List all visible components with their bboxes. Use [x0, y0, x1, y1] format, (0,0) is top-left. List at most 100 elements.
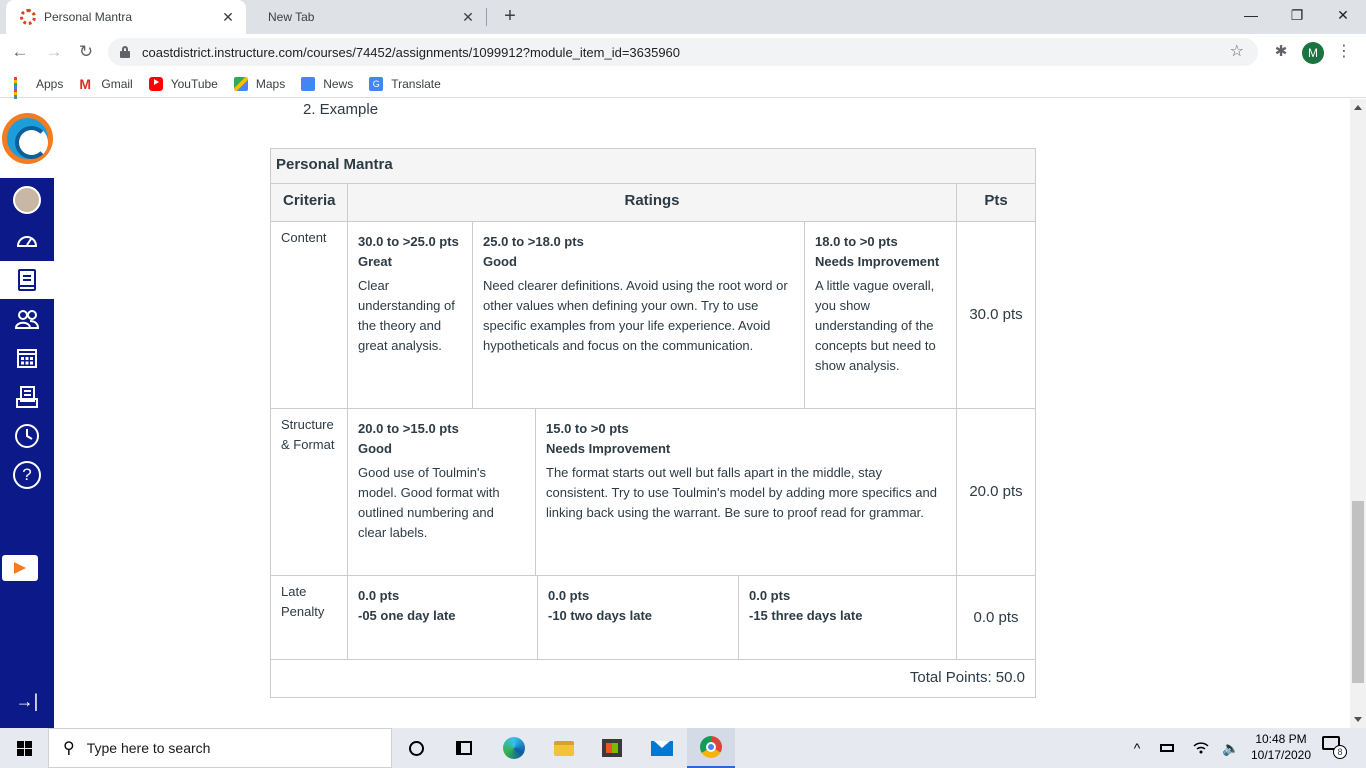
windows-taskbar: ⚲ Type here to search ^ 🔈 10:48 PM 10/17… [0, 728, 1366, 768]
url-text: coastdistrict.instructure.com/courses/74… [142, 44, 681, 60]
rating-points: 15.0 to >0 pts [546, 421, 629, 436]
close-tab-icon[interactable]: ✕ [460, 9, 476, 25]
dashboard-gauge-icon [16, 236, 38, 247]
example-list-item: 2. Example [303, 101, 379, 118]
apps-grid-icon [14, 76, 28, 104]
page-scrollbar[interactable] [1350, 99, 1366, 728]
rating: 30.0 to >25.0 pts Great Clear understand… [348, 222, 473, 408]
reload-button[interactable]: ↻ [74, 40, 98, 64]
rating-points: 30.0 to >25.0 pts [358, 234, 459, 249]
minimize-button[interactable]: — [1228, 0, 1274, 32]
close-tab-icon[interactable]: ✕ [220, 9, 236, 25]
taskbar-chrome[interactable] [687, 728, 735, 768]
browser-menu-icon[interactable]: ⋮ [1336, 40, 1352, 64]
studio-play-icon[interactable] [2, 555, 38, 581]
header-pts: Pts [956, 183, 1036, 222]
institution-logo[interactable] [2, 113, 53, 164]
rubric: Personal Mantra Criteria Ratings Pts Con… [270, 148, 1036, 698]
forward-button[interactable]: → [42, 40, 66, 64]
scroll-up-arrow-icon[interactable] [1354, 105, 1362, 110]
news-icon [301, 76, 316, 91]
header-criteria: Criteria [270, 183, 348, 222]
courses-book-icon [18, 269, 36, 291]
bookmark-apps[interactable]: Apps [14, 76, 64, 104]
collapse-nav-icon[interactable]: →| [12, 689, 42, 713]
nav-dashboard[interactable] [0, 222, 54, 260]
bookmark-translate[interactable]: G Translate [369, 76, 441, 91]
rating: 15.0 to >0 pts Needs Improvement The for… [536, 409, 956, 575]
store-icon [602, 739, 622, 757]
header-ratings: Ratings [347, 183, 957, 222]
edge-icon [503, 737, 525, 759]
taskbar-edge[interactable] [490, 728, 538, 768]
rating-title: -05 one day late [358, 608, 456, 623]
rating-points: 25.0 to >18.0 pts [483, 234, 584, 249]
task-view-button[interactable] [440, 728, 488, 768]
bookmark-gmail[interactable]: M Gmail [79, 77, 132, 91]
tab-new-tab[interactable]: New Tab ✕ [246, 0, 486, 34]
bookmark-news[interactable]: News [301, 76, 354, 91]
nav-courses[interactable] [0, 261, 54, 299]
nav-inbox[interactable] [0, 378, 54, 416]
ratings-cell: 30.0 to >25.0 pts Great Clear understand… [347, 221, 957, 409]
nav-calendar[interactable] [0, 339, 54, 377]
rating-title: Great [358, 254, 392, 269]
wifi-icon[interactable] [1190, 728, 1212, 768]
scrollbar-thumb[interactable] [1352, 501, 1364, 683]
nav-groups[interactable] [0, 300, 54, 338]
scroll-down-arrow-icon[interactable] [1354, 717, 1362, 722]
taskbar-clock[interactable]: 10:48 PM 10/17/2020 [1244, 731, 1318, 763]
close-window-button[interactable]: ✕ [1320, 0, 1366, 32]
criterion-content: Content [270, 221, 348, 409]
maps-icon [233, 76, 248, 91]
start-button[interactable] [0, 728, 48, 768]
assignment-content: 2. Example Personal Mantra Criteria Rati… [54, 99, 1350, 728]
rating-title: Needs Improvement [546, 441, 671, 456]
gmail-icon: M [79, 75, 92, 92]
maximize-button[interactable]: ❐ [1274, 0, 1320, 32]
search-icon: ⚲ [63, 740, 75, 757]
nav-account[interactable] [0, 181, 54, 219]
extensions-puzzle-icon[interactable]: ✱ [1270, 40, 1292, 64]
rating: 0.0 pts -05 one day late [348, 576, 538, 659]
rating-title: Good [483, 254, 517, 269]
bookmark-label: News [323, 76, 354, 91]
back-button[interactable]: ← [8, 40, 32, 64]
tray-overflow-chevron-icon[interactable]: ^ [1126, 728, 1148, 768]
mail-icon [651, 740, 673, 756]
ratings-cell: 0.0 pts -05 one day late 0.0 pts -10 two… [347, 575, 957, 660]
table-row: Late Penalty 0.0 pts -05 one day late 0.… [270, 575, 1036, 660]
nav-history[interactable] [0, 417, 54, 455]
clock-icon [15, 424, 39, 448]
canvas-global-nav: ? →| [0, 99, 54, 728]
cortana-button[interactable] [392, 728, 440, 768]
bookmarks-bar: Apps M Gmail YouTube Maps News G Transla… [0, 70, 1366, 104]
address-bar[interactable]: coastdistrict.instructure.com/courses/74… [108, 38, 1258, 66]
action-center-button[interactable]: 8 [1322, 736, 1347, 759]
bookmark-label: Maps [255, 76, 286, 91]
taskbar-store[interactable] [588, 728, 636, 768]
new-tab-button[interactable]: + [498, 5, 522, 29]
youtube-icon [148, 76, 163, 91]
taskbar-file-explorer[interactable] [540, 728, 588, 768]
rating: 0.0 pts -10 two days late [538, 576, 739, 659]
search-placeholder: Type here to search [86, 740, 211, 756]
taskbar-mail[interactable] [638, 728, 686, 768]
file-explorer-icon [554, 740, 574, 756]
bookmark-youtube[interactable]: YouTube [148, 76, 218, 91]
bookmark-star-icon[interactable]: ☆ [1230, 41, 1244, 61]
criterion-points: 20.0 pts [956, 408, 1036, 576]
bookmark-maps[interactable]: Maps [233, 76, 286, 91]
tab-personal-mantra[interactable]: Personal Mantra ✕ [6, 0, 246, 34]
profile-avatar[interactable]: M [1302, 42, 1324, 64]
nav-help[interactable]: ? [0, 456, 54, 494]
rating: 0.0 pts -15 three days late [739, 576, 956, 659]
inbox-icon [16, 386, 38, 408]
bookmark-label: Apps [36, 76, 64, 91]
clock-date: 10/17/2020 [1250, 748, 1312, 762]
battery-icon[interactable] [1156, 728, 1178, 768]
clock-time: 10:48 PM [1255, 732, 1307, 746]
taskbar-search[interactable]: ⚲ Type here to search [48, 728, 392, 768]
rating-title: Good [358, 441, 392, 456]
volume-icon[interactable]: 🔈 [1220, 728, 1242, 768]
